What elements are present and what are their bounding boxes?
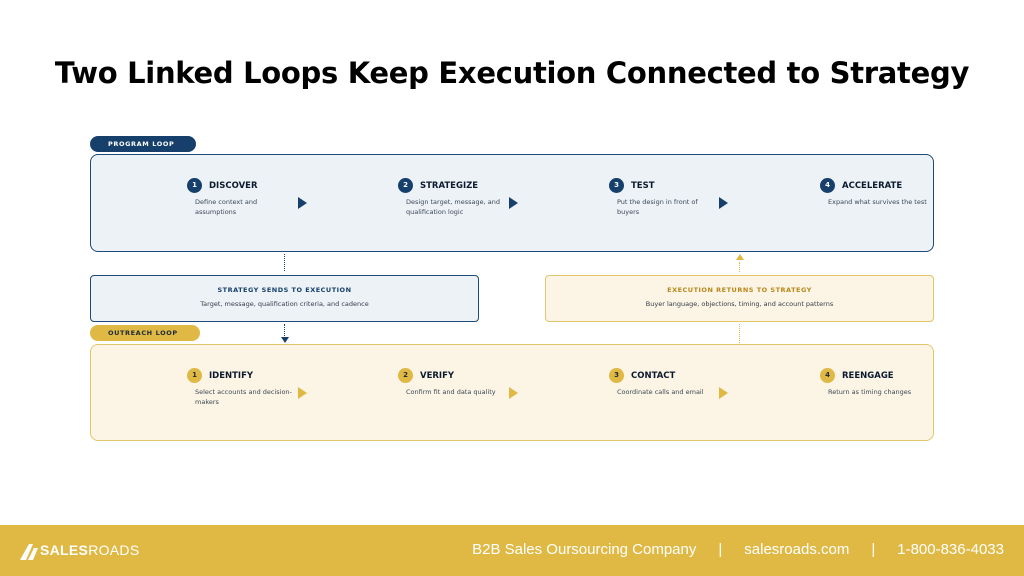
step-description: Define context and assumptions: [195, 198, 258, 216]
phone-number[interactable]: 1-800-836-4033: [897, 541, 1004, 558]
program-loop-panel: 1 DISCOVER Define context and assumption…: [90, 154, 934, 252]
link-title: STRATEGY SENDS TO EXECUTION: [217, 286, 352, 294]
link-title: EXECUTION RETURNS TO STRATEGY: [667, 286, 812, 294]
execution-up-connector: [739, 324, 740, 343]
brand-wordmark-light: ROADS: [88, 542, 140, 558]
arrow-right-icon: [509, 387, 518, 399]
step-number-badge: 3: [609, 178, 624, 193]
step-number-badge: 2: [398, 368, 413, 383]
company-tagline: B2B Sales Oursourcing Company: [472, 541, 697, 558]
footer-bar: SALESROADS B2B Sales Oursourcing Company…: [0, 525, 1024, 576]
footer-separator: |: [871, 541, 876, 558]
step-name: VERIFY: [420, 371, 455, 381]
website-link[interactable]: salesroads.com: [744, 541, 849, 558]
arrow-right-icon: [719, 387, 728, 399]
arrow-down-icon: [281, 337, 289, 343]
outreach-loop-label: OUTREACH LOOP: [90, 325, 200, 341]
execution-down-connector: [284, 324, 285, 338]
step-name: DISCOVER: [209, 181, 258, 191]
strategy-up-connector: [739, 262, 740, 272]
step-description: Confirm fit and data quality: [406, 388, 496, 396]
step-name: CONTACT: [631, 371, 676, 381]
footer-contact-info: B2B Sales Oursourcing Company | salesroa…: [472, 541, 1004, 558]
outreach-loop-panel: 1 IDENTIFY Select accounts and decision-…: [90, 344, 934, 441]
strategy-sends-to-execution-box: STRATEGY SENDS TO EXECUTION Target, mess…: [90, 275, 479, 322]
step-description: Return as timing changes: [828, 388, 912, 396]
strategy-down-connector: [284, 254, 285, 271]
step-number-badge: 4: [820, 178, 835, 193]
step-description: Coordinate calls and email: [617, 388, 704, 396]
link-text: Buyer language, objections, timing, and …: [645, 300, 834, 308]
step-description: Design target, message, and qualificatio…: [406, 198, 500, 216]
step-name: ACCELERATE: [842, 181, 903, 191]
salesroads-logo-icon: [20, 544, 38, 560]
step-description: Select accounts and decision-makers: [195, 388, 292, 406]
arrow-right-icon: [509, 197, 518, 209]
step-number-badge: 2: [398, 178, 413, 193]
step-number-badge: 3: [609, 368, 624, 383]
step-name: TEST: [631, 181, 655, 191]
step-number-badge: 4: [820, 368, 835, 383]
step-name: STRATEGIZE: [420, 181, 479, 191]
footer-separator: |: [718, 541, 723, 558]
step-number-badge: 1: [187, 368, 202, 383]
program-loop-label: PROGRAM LOOP: [90, 136, 196, 152]
step-number-badge: 1: [187, 178, 202, 193]
step-description: Put the design in front of buyers: [617, 198, 698, 216]
page-title: Two Linked Loops Keep Execution Connecte…: [54, 56, 970, 90]
step-description: Expand what survives the test: [828, 198, 927, 206]
arrow-up-icon: [736, 254, 744, 260]
arrow-right-icon: [719, 197, 728, 209]
arrow-right-icon: [298, 197, 307, 209]
arrow-right-icon: [298, 387, 307, 399]
brand-wordmark: SALESROADS: [40, 542, 139, 558]
step-name: IDENTIFY: [209, 371, 254, 381]
execution-returns-to-strategy-box: EXECUTION RETURNS TO STRATEGY Buyer lang…: [545, 275, 934, 322]
step-name: REENGAGE: [842, 371, 894, 381]
brand-wordmark-bold: SALES: [40, 542, 89, 558]
link-text: Target, message, qualification criteria,…: [200, 300, 369, 308]
